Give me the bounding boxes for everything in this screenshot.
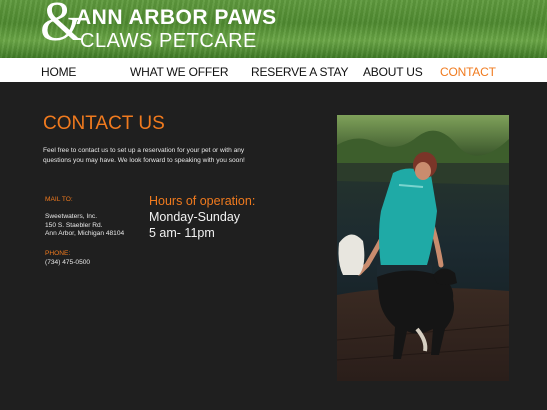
mail-to-label: MAIL TO: [45,196,73,203]
address-line-city: Ann Arbor, Michigan 48104 [45,230,125,238]
site-header: & ANN ARBOR PAWS CLAWS PETCARE [0,0,547,58]
mailing-address: Sweetwaters, Inc. 150 S. Staebler Rd. An… [45,213,124,239]
main-nav: HOME WHAT WE OFFER RESERVE A STAY ABOUT … [0,58,547,82]
nav-item-reserve-a-stay[interactable]: RESERVE A STAY [251,65,348,79]
phone-number[interactable]: (734) 475-0500 [45,259,90,266]
intro-text: Feel free to contact us to set up a rese… [43,147,245,164]
address-line-street: 150 S. Staebler Rd. [45,221,103,229]
woman-with-dogs-photo [337,115,509,381]
logo-line-1[interactable]: ANN ARBOR PAWS [76,6,277,30]
address-line-company: Sweetwaters, Inc. [45,213,98,220]
hours-time: 5 am- 11pm [149,226,215,240]
nav-item-home[interactable]: HOME [41,65,76,79]
hours-label: Hours of operation: [149,194,256,208]
nav-item-about-us[interactable]: ABOUT US [363,65,423,79]
page-title: CONTACT US [43,113,165,134]
logo-line-2[interactable]: CLAWS PETCARE [80,30,257,53]
nav-item-contact[interactable]: CONTACT [440,65,496,79]
nav-item-what-we-offer[interactable]: WHAT WE OFFER [130,65,228,79]
hours-days: Monday-Sunday [149,210,241,224]
phone-label: PHONE: [45,250,71,257]
